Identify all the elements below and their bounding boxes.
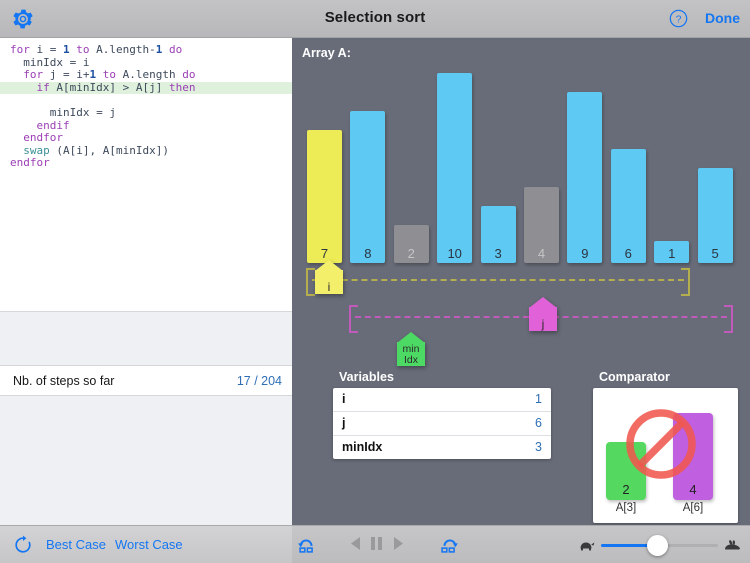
step-forward-icon[interactable] [439, 535, 459, 560]
variables-title: Variables [339, 370, 394, 384]
array-bar-value-8: 1 [668, 246, 676, 261]
table-row: j6 [333, 412, 551, 436]
comparator-title: Comparator [599, 370, 670, 384]
turtle-icon [577, 538, 595, 556]
visualization-stage: Array A: 7 8 2 10 3 4 9 6 1 5 i j min Id… [292, 38, 750, 525]
pseudocode-viewer[interactable]: for i = 1 to A.length-1 do minIdx = i fo… [0, 38, 292, 312]
svg-text:?: ? [676, 15, 682, 26]
steps-counter-value: 17 / 204 [236, 374, 282, 388]
bracket-left-j [349, 305, 358, 333]
bracket-left-i [306, 268, 315, 296]
no-entry-icon [623, 406, 699, 487]
array-bar-value-4: 3 [494, 246, 502, 261]
step-back-icon[interactable] [297, 535, 317, 560]
worst-case-button[interactable]: Worst Case [115, 537, 183, 552]
marker-label-j: j [541, 317, 545, 331]
variables-table: i 1 j 6 minIdx 3 [333, 388, 551, 459]
comparator-label-left: A[3] [615, 502, 637, 514]
array-bar-1[interactable]: 8 [350, 111, 386, 263]
app-root: Selection sort ? Done for i = 1 to A.len… [0, 0, 750, 563]
array-bar-value-1: 8 [364, 246, 372, 261]
pseudocode-text: for i = 1 to A.length-1 do minIdx = i fo… [0, 38, 292, 170]
marker-j[interactable]: j [529, 297, 557, 331]
pause-icon[interactable] [371, 537, 382, 555]
refresh-icon[interactable] [13, 535, 33, 560]
left-panel: for i = 1 to A.length-1 do minIdx = i fo… [0, 38, 292, 525]
array-bar-value-2: 2 [407, 246, 415, 261]
prev-triangle-icon[interactable] [351, 537, 361, 555]
array-bar-5[interactable]: 4 [524, 187, 559, 263]
rabbit-icon [723, 538, 741, 556]
steps-counter-row: Nb. of steps so far 17 / 204 [0, 365, 292, 396]
comparator-panel: 2 4 A[3] A[6] [593, 388, 738, 523]
speed-slider[interactable] [601, 535, 718, 556]
array-bar-0[interactable]: 7 [307, 130, 342, 263]
variable-value-i: 1 [535, 392, 542, 406]
array-bar-value-5: 4 [537, 246, 546, 261]
variable-name-minIdx: minIdx [342, 440, 383, 454]
array-bar-6[interactable]: 9 [567, 92, 603, 263]
bracket-right-j [724, 305, 733, 333]
array-bar-2[interactable]: 2 [393, 225, 429, 263]
array-bar-value-6: 9 [581, 246, 589, 261]
marker-label-minidx: min Idx [397, 344, 425, 366]
bottom-toolbar: Best Case Worst Case [0, 525, 750, 563]
bracket-i [306, 265, 690, 296]
array-bar-8[interactable]: 1 [654, 241, 690, 263]
table-row: minIdx 3 [333, 436, 551, 459]
array-bar-value-0: 7 [320, 246, 329, 261]
array-bar-chart: 7 8 2 10 3 4 9 6 1 5 [292, 38, 750, 263]
variable-value-minIdx: 3 [535, 440, 542, 454]
array-bar-7[interactable]: 6 [610, 149, 646, 263]
marker-i[interactable]: i [315, 260, 343, 294]
done-button[interactable]: Done [705, 10, 740, 26]
comparator-label-right: A[6] [682, 502, 704, 514]
array-bar-4[interactable]: 3 [480, 206, 516, 263]
table-row: i1 [333, 388, 551, 412]
variable-value-j: 6 [535, 416, 542, 430]
marker-minidx[interactable]: min Idx [397, 332, 425, 366]
play-triangle-icon[interactable] [393, 537, 403, 555]
page-title: Selection sort [324, 9, 426, 26]
marker-label-minidx-line2: Idx [403, 354, 418, 366]
array-bar-3[interactable]: 10 [437, 73, 473, 263]
steps-counter-label: Nb. of steps so far [13, 374, 115, 388]
variable-name-j: j [342, 416, 346, 430]
best-case-button[interactable]: Best Case [46, 537, 106, 552]
variable-name-i: i [342, 392, 346, 406]
question-circle-icon[interactable]: ? [669, 9, 688, 28]
bracket-right-i [681, 268, 690, 296]
array-bar-9[interactable]: 5 [697, 168, 733, 263]
array-bar-value-3: 10 [447, 246, 462, 261]
bracket-line-i [312, 279, 684, 281]
top-toolbar: Selection sort ? Done [0, 0, 750, 38]
array-bar-value-9: 5 [711, 246, 719, 261]
array-bar-value-7: 6 [624, 246, 632, 261]
speed-slider-thumb[interactable] [647, 535, 669, 556]
marker-label-i: i [327, 280, 331, 294]
